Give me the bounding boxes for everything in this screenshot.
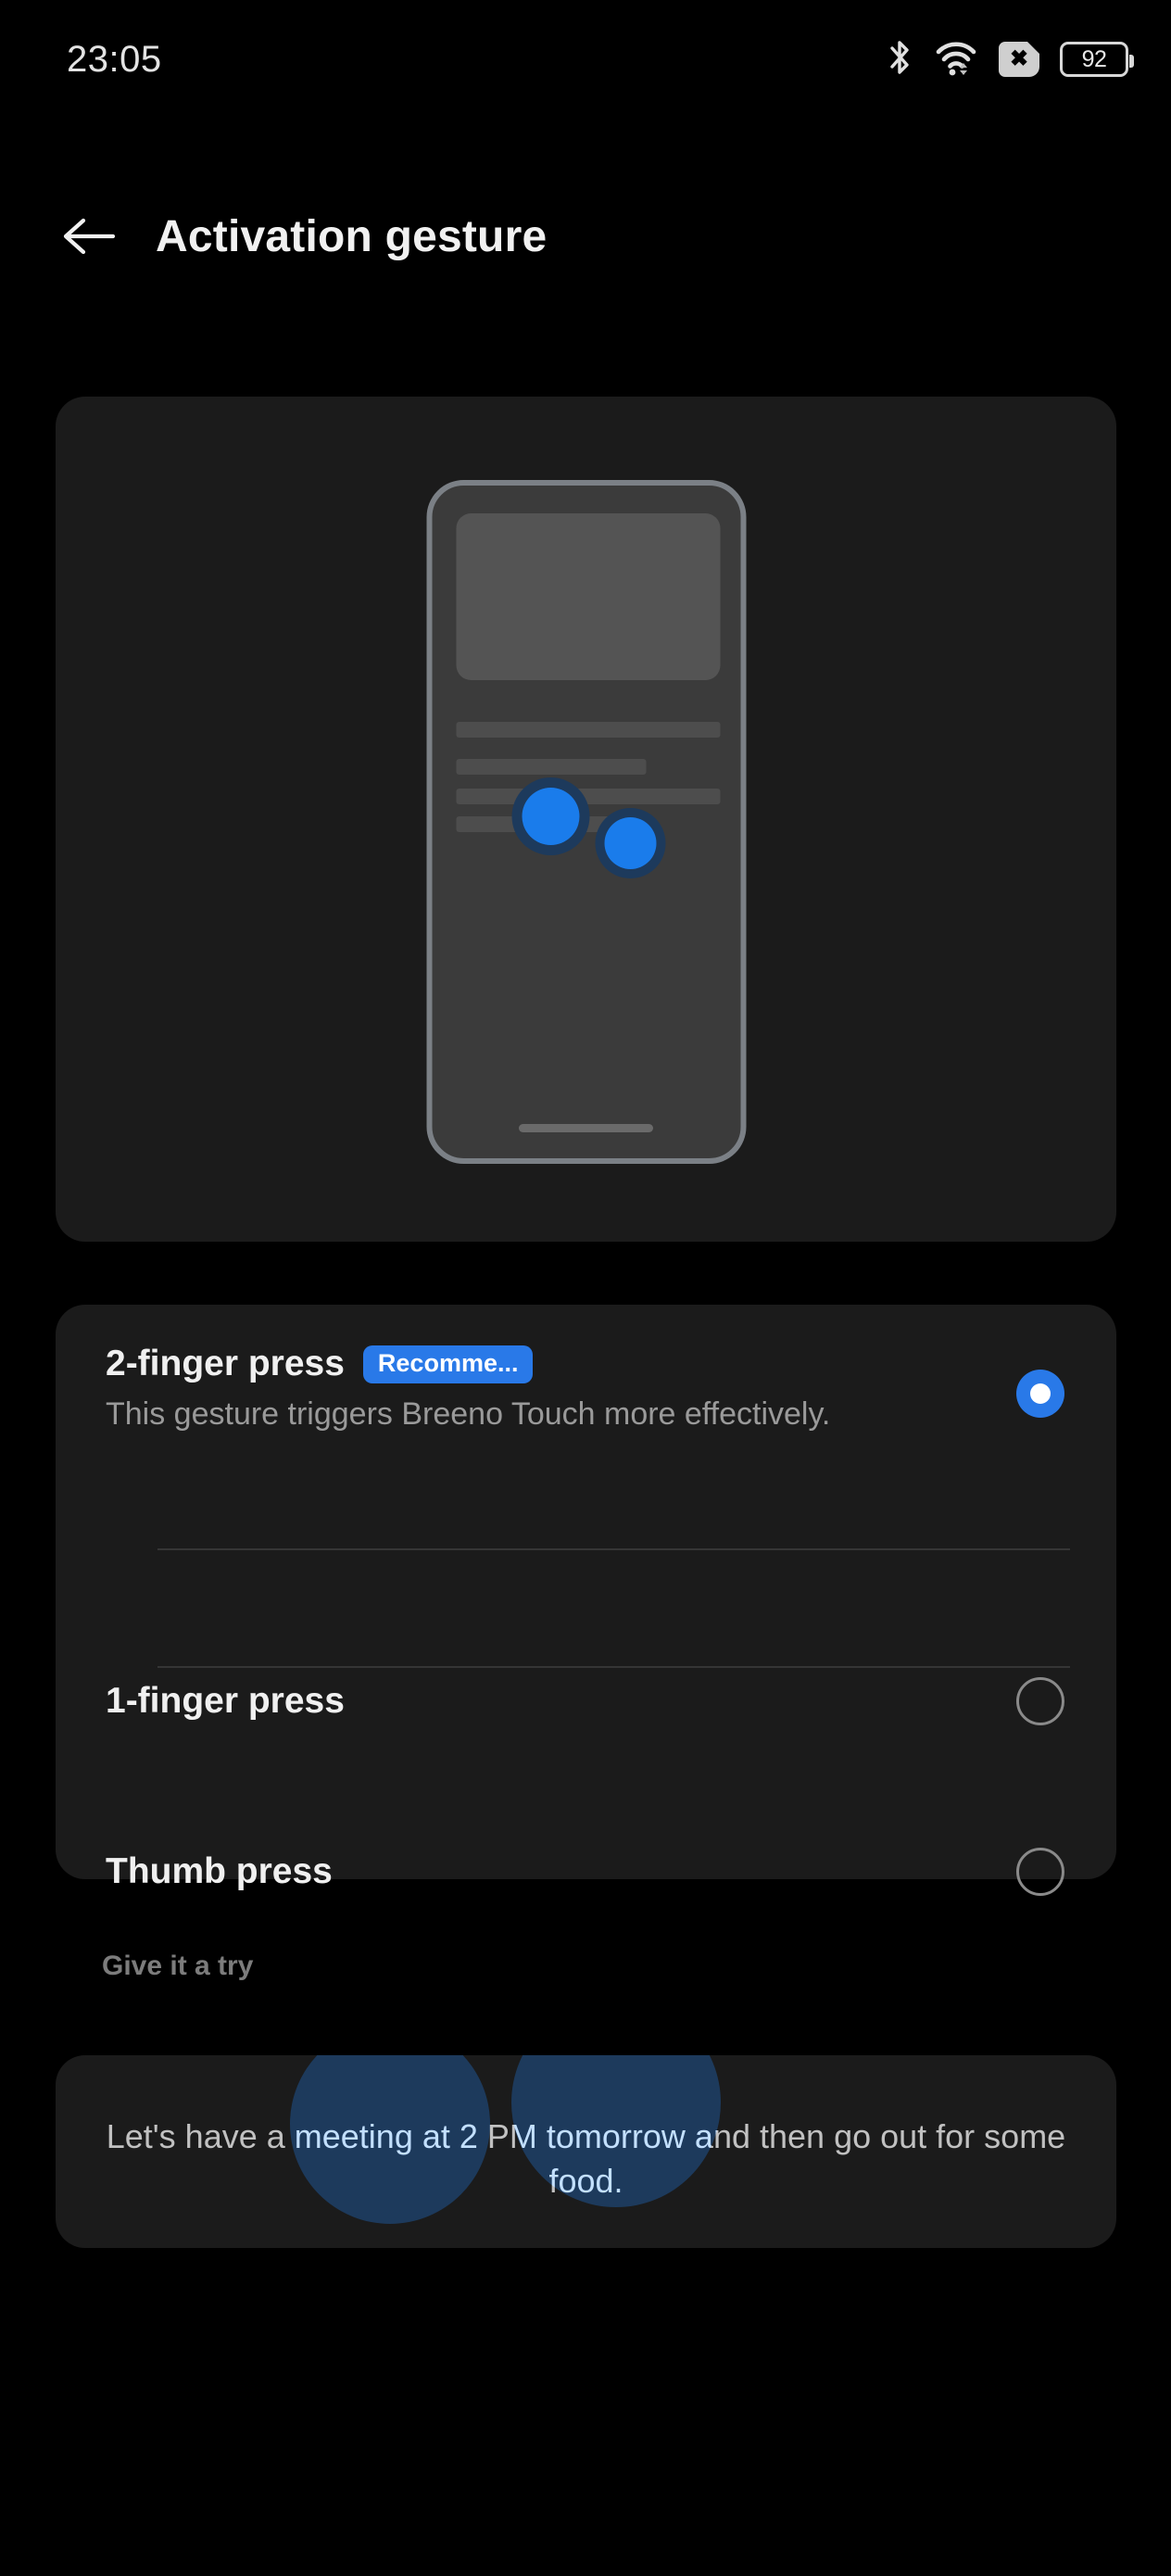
option-title: 1-finger press bbox=[106, 1681, 345, 1722]
option-divider bbox=[157, 1666, 1070, 1668]
give-it-a-try-label: Give it a try bbox=[102, 1951, 254, 1981]
status-bar: 23:05 ✖ 92 bbox=[0, 0, 1171, 119]
option-divider bbox=[157, 1548, 1070, 1550]
demo-sample-text: Let's have a meeting at 2 PM tomorrow an… bbox=[106, 2117, 1066, 2200]
battery-level-label: 92 bbox=[1081, 45, 1107, 72]
option-title-line: 2-finger press Recomme... bbox=[106, 1344, 1016, 1384]
option-title-line: Thumb press bbox=[106, 1851, 1016, 1892]
try-demo-card[interactable]: Let's have a meeting at 2 PM tomorrow an… bbox=[56, 2055, 1116, 2248]
option-title: 2-finger press bbox=[106, 1344, 345, 1383]
status-time: 23:05 bbox=[67, 38, 162, 80]
wifi-icon bbox=[934, 38, 978, 82]
phone-screen-placeholder bbox=[456, 513, 720, 680]
phone-text-line bbox=[456, 789, 720, 804]
radio-2-finger-press[interactable] bbox=[1016, 1369, 1064, 1418]
option-text-block: 2-finger press Recomme... This gesture t… bbox=[106, 1344, 1016, 1433]
sim-card-disabled-icon: ✖ bbox=[999, 42, 1039, 77]
option-text-block: 1-finger press bbox=[106, 1681, 1016, 1722]
page-header: Activation gesture bbox=[0, 190, 1171, 283]
phone-home-indicator bbox=[519, 1124, 653, 1132]
recommended-badge: Recomme... bbox=[362, 1345, 534, 1383]
sim-x-glyph: ✖ bbox=[1009, 46, 1029, 71]
radio-thumb-press[interactable] bbox=[1016, 1848, 1064, 1897]
gesture-illustration-card bbox=[56, 397, 1116, 1242]
status-icons: ✖ 92 bbox=[886, 38, 1134, 82]
option-text-block: Thumb press bbox=[106, 1851, 1016, 1892]
option-row-thumb-press[interactable]: Thumb press bbox=[56, 1845, 1116, 1899]
touch-point-dot bbox=[604, 817, 656, 869]
option-title-line: 1-finger press bbox=[106, 1681, 1016, 1722]
battery-icon: 92 bbox=[1060, 42, 1134, 77]
radio-1-finger-press[interactable] bbox=[1016, 1677, 1064, 1726]
phone-illustration bbox=[426, 480, 746, 1164]
touch-point-dot bbox=[522, 788, 579, 845]
page-title: Activation gesture bbox=[156, 211, 548, 261]
option-description: This gesture triggers Breeno Touch more … bbox=[106, 1396, 831, 1432]
bluetooth-icon bbox=[886, 38, 913, 82]
phone-text-line bbox=[456, 759, 646, 775]
option-row-1-finger-press[interactable]: 1-finger press bbox=[56, 1674, 1116, 1728]
option-row-2-finger-press[interactable]: 2-finger press Recomme... This gesture t… bbox=[56, 1344, 1116, 1433]
phone-text-line bbox=[456, 722, 720, 738]
back-arrow-icon[interactable] bbox=[61, 216, 117, 257]
option-title: Thumb press bbox=[106, 1851, 333, 1892]
gesture-options-card: 2-finger press Recomme... This gesture t… bbox=[56, 1305, 1116, 1897]
